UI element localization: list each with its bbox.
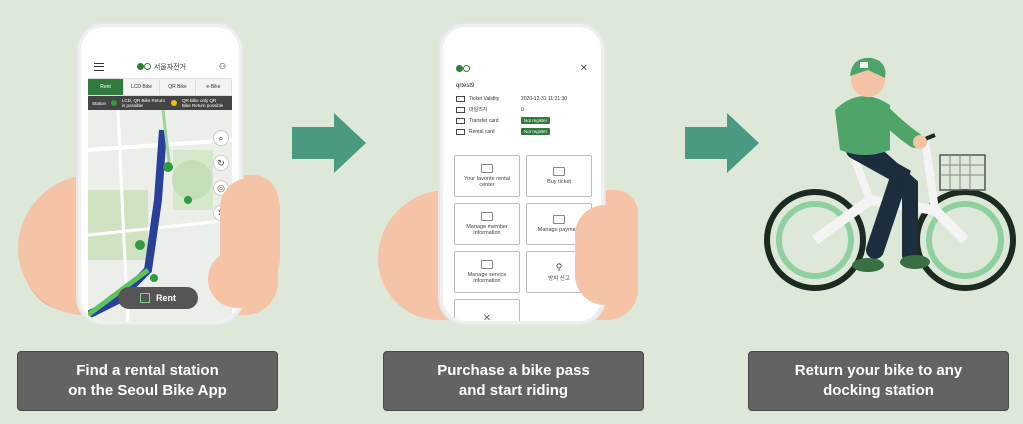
user-id: qrtest9 [456, 83, 475, 89]
tab-rent[interactable]: Rent [88, 79, 124, 95]
menu-grid: Your favorite rental center Buy ticket M… [454, 155, 592, 324]
row-label: Transfer card [469, 117, 499, 124]
app-logo: 서울자전거 [136, 62, 187, 72]
payment-icon [553, 214, 565, 224]
close-icon[interactable]: ✕ [580, 63, 588, 74]
rent-button-label: Rent [156, 293, 176, 303]
legend-station-label: Station [92, 100, 107, 106]
mileage-icon [456, 106, 465, 113]
legend-lcd-qr: LCD, QR Bike Return is possible [122, 98, 166, 108]
app-header: 서울자전거 ⚇ [88, 55, 232, 79]
service-icon [481, 259, 493, 269]
status-badge[interactable]: Not register [521, 128, 551, 135]
manage-member-button[interactable]: Manage member information [454, 203, 520, 245]
button-label: Manage service information [467, 271, 507, 284]
menu-icon[interactable] [94, 62, 104, 71]
favorite-rental-center-button[interactable]: Your favorite rental center [454, 155, 520, 197]
tab-qr-bike[interactable]: QR Bike [160, 79, 196, 95]
row-value: 0 [521, 106, 524, 113]
row-value: 2020-12-31 11:21:30 [521, 95, 568, 102]
button-label: Buy ticket [547, 178, 571, 185]
rider-on-bike-illustration [764, 57, 1016, 291]
tools-icon: ✕ [482, 312, 492, 324]
tools-button[interactable]: ✕ [454, 299, 520, 324]
tab-e-bike[interactable]: e-Bike [196, 79, 232, 95]
card-icon [456, 117, 465, 124]
row-label: Ticket Validity [469, 95, 500, 102]
manage-service-button[interactable]: Manage service information [454, 251, 520, 293]
row-label: 마일리지 [469, 107, 488, 113]
button-label: Manage member information [466, 223, 508, 236]
app-brand-name: 서울자전거 [153, 63, 187, 71]
ticket-icon [456, 95, 465, 102]
caption-line: Purchase a bike pass [437, 362, 590, 379]
tab-lcd-bike[interactable]: LCD Bike [124, 79, 160, 95]
card-icon [456, 128, 465, 135]
rent-button[interactable]: Rent [118, 287, 198, 309]
user-icon[interactable]: ⚇ [219, 62, 226, 71]
qr-icon [140, 293, 150, 303]
refresh-icon[interactable]: ↻ [213, 155, 229, 171]
mileage-row: 마일리지 0 [456, 104, 588, 115]
caption-line: and start riding [458, 382, 569, 399]
button-label: 방치 신고 [548, 275, 570, 282]
ticket-validity-row: Ticket Validity 2020-12-31 11:21:30 [456, 93, 588, 104]
row-label: Rental card [469, 128, 495, 135]
caption-line: Return your bike to any [794, 362, 963, 379]
caption-line: on the Seoul Bike App [68, 382, 227, 399]
camera-icon [481, 163, 493, 173]
transfer-card-row: Transfer card Not register [456, 115, 588, 126]
rental-card-row: Rental card Not register [456, 126, 588, 137]
caption-step2: Purchase a bike pass and start riding [383, 351, 644, 411]
caption-step1: Find a rental station on the Seoul Bike … [17, 351, 278, 411]
button-label: Your favorite rental center [464, 175, 510, 188]
member-icon [481, 211, 493, 221]
menu-header: ✕ [456, 61, 588, 75]
legend-qr-only: QR Bike only QR Bike Return possible [182, 98, 224, 108]
caption-line: docking station [823, 382, 934, 399]
buy-ticket-button[interactable]: Buy ticket [526, 155, 592, 197]
ticket-icon [553, 166, 565, 176]
bike-type-tabs: Rent LCD Bike QR Bike e-Bike [88, 79, 232, 96]
map-legend: Station LCD, QR Bike Return is possible … [88, 96, 232, 110]
status-badge[interactable]: Not register [521, 117, 551, 124]
caption-step3: Return your bike to any docking station [748, 351, 1009, 411]
button-label: Manage payment [537, 226, 581, 233]
search-icon[interactable]: ⌕ [213, 130, 229, 146]
bike-icon: ⚲ [555, 262, 563, 273]
caption-line: Find a rental station [76, 362, 219, 379]
